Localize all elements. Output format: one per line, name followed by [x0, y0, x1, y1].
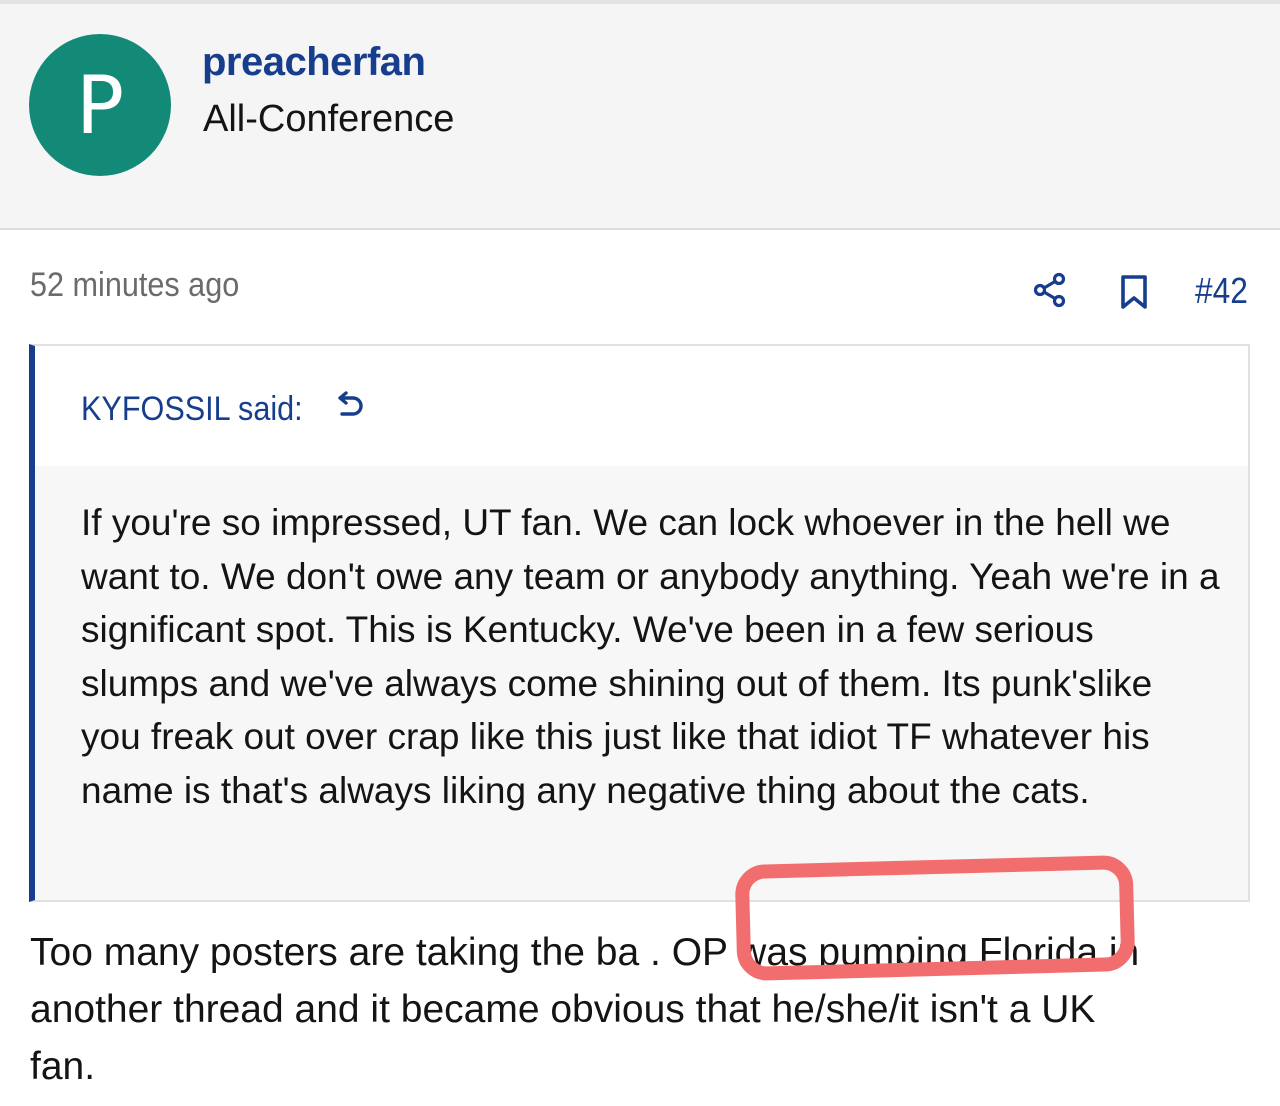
post-number-link[interactable]: #42: [1195, 270, 1248, 312]
avatar[interactable]: P: [29, 34, 171, 176]
user-rank-title: All-Conference: [203, 98, 455, 140]
quote-text: If you're so impressed, UT fan. We can l…: [81, 502, 1220, 811]
post-author-header: P preacherfan All-Conference: [0, 4, 1280, 230]
bookmark-icon[interactable]: [1118, 274, 1150, 310]
share-icon[interactable]: [1032, 272, 1068, 308]
username-link[interactable]: preacherfan: [202, 40, 426, 85]
post-timestamp[interactable]: 52 minutes ago: [30, 266, 239, 305]
post-meta-bar: 52 minutes ago #42: [0, 230, 1280, 342]
undo-arrow-icon[interactable]: [334, 390, 368, 424]
quote-header: KYFOSSIL said:: [35, 346, 1248, 466]
quote-block: KYFOSSIL said: If you're so impressed, U…: [29, 344, 1250, 902]
post-body-text: Too many posters are taking the ba . OP …: [30, 931, 1140, 1088]
quote-author-link[interactable]: KYFOSSIL said:: [81, 390, 303, 429]
